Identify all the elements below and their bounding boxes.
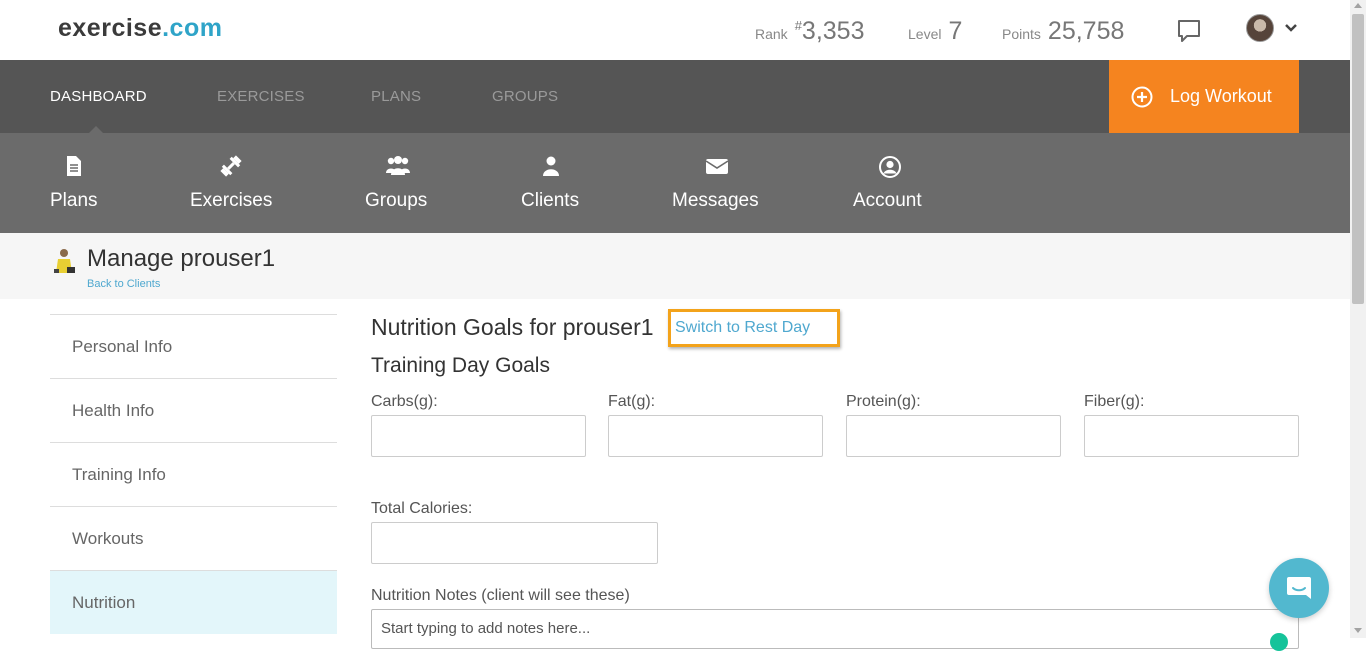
nutrition-notes-label: Nutrition Notes (client will see these) xyxy=(371,587,630,604)
subnav-groups-label: Groups xyxy=(365,190,428,211)
subnav-plans[interactable]: Plans xyxy=(50,133,98,233)
total-calories-label: Total Calories: xyxy=(371,500,473,517)
tab-dashboard[interactable]: DASHBOARD xyxy=(50,88,147,105)
back-to-clients-link[interactable]: Back to Clients xyxy=(87,278,160,290)
subnav-plans-label: Plans xyxy=(50,190,98,211)
tab-exercises[interactable]: EXERCISES xyxy=(217,88,305,105)
tab-groups[interactable]: GROUPS xyxy=(492,88,558,105)
client-sidebar: Personal Info Health Info Training Info … xyxy=(50,314,337,634)
document-icon xyxy=(62,155,86,177)
envelope-icon xyxy=(705,155,729,177)
chat-launcher-button[interactable] xyxy=(1269,558,1329,618)
level-stat: Level 7 xyxy=(908,17,962,46)
sidebar-item-personal-info[interactable]: Personal Info xyxy=(50,314,337,378)
subnav-clients-label: Clients xyxy=(521,190,580,211)
plus-circle-icon xyxy=(1131,86,1153,108)
rank-stat: Rank # 3,353 xyxy=(755,17,864,46)
site-logo[interactable]: exercise.com xyxy=(58,14,222,43)
scroll-down-arrow-icon[interactable] xyxy=(1354,628,1362,633)
sidebar-item-health-info[interactable]: Health Info xyxy=(50,378,337,442)
subnav-account[interactable]: Account xyxy=(853,133,927,233)
carbs-field: Carbs(g): xyxy=(371,393,586,457)
log-workout-button[interactable]: Log Workout xyxy=(1109,60,1299,133)
subnav-exercises[interactable]: Exercises xyxy=(190,133,274,233)
level-value: 7 xyxy=(948,17,963,45)
level-label: Level xyxy=(908,26,942,42)
fiber-field: Fiber(g): xyxy=(1084,393,1299,457)
protein-input[interactable] xyxy=(846,415,1061,457)
sidebar-item-training-info[interactable]: Training Info xyxy=(50,442,337,506)
chat-bubble-icon[interactable] xyxy=(1176,18,1202,44)
carbs-label: Carbs(g): xyxy=(371,393,438,410)
chat-icon xyxy=(1287,577,1311,599)
protein-label: Protein(g): xyxy=(846,393,921,410)
fiber-input[interactable] xyxy=(1084,415,1299,457)
rank-hash: # xyxy=(794,18,802,33)
carbs-input[interactable] xyxy=(371,415,586,457)
client-avatar xyxy=(52,247,78,275)
user-icon xyxy=(539,155,563,177)
active-tab-pointer xyxy=(89,126,103,133)
points-stat: Points 25,758 xyxy=(1002,17,1124,46)
subnav-clients[interactable]: Clients xyxy=(521,133,581,233)
training-day-goals-heading: Training Day Goals xyxy=(371,354,550,377)
users-icon xyxy=(385,155,410,177)
subnav-exercises-label: Exercises xyxy=(190,190,273,211)
fat-label: Fat(g): xyxy=(608,393,656,410)
subnav-account-label: Account xyxy=(853,190,922,211)
points-value: 25,758 xyxy=(1047,17,1125,45)
grammarly-icon[interactable] xyxy=(1270,633,1288,651)
fat-input[interactable] xyxy=(608,415,823,457)
sub-nav: Plans Exercises Groups Clients Messages … xyxy=(0,133,1350,233)
sidebar-item-workouts[interactable]: Workouts xyxy=(50,506,337,570)
rank-label: Rank xyxy=(755,26,788,42)
log-workout-label: Log Workout xyxy=(1170,86,1272,106)
page-title: Manage prouser1 xyxy=(87,245,276,272)
dumbbell-icon xyxy=(219,155,243,177)
nutrition-title: Nutrition Goals for prouser1 xyxy=(371,314,654,340)
scroll-up-arrow-icon[interactable] xyxy=(1354,3,1362,8)
page-header: Manage prouser1 Back to Clients xyxy=(0,233,1350,299)
rank-value: 3,353 xyxy=(801,17,865,45)
top-bar: exercise.com Rank # 3,353 Level 7 Points… xyxy=(0,0,1350,60)
logo-tld: .com xyxy=(162,14,223,42)
total-calories-input[interactable] xyxy=(371,522,658,564)
subnav-messages-label: Messages xyxy=(672,190,759,211)
user-avatar[interactable] xyxy=(1246,14,1274,42)
logo-main: exercise xyxy=(58,14,163,42)
nutrition-notes-editor[interactable]: Start typing to add notes here... xyxy=(371,609,1299,649)
chevron-down-icon[interactable] xyxy=(1283,20,1299,36)
fiber-label: Fiber(g): xyxy=(1084,393,1145,410)
protein-field: Protein(g): xyxy=(846,393,1061,457)
page-scrollbar[interactable] xyxy=(1350,0,1366,638)
fat-field: Fat(g): xyxy=(608,393,823,457)
points-label: Points xyxy=(1002,26,1041,42)
scrollbar-thumb[interactable] xyxy=(1352,14,1364,304)
subnav-messages[interactable]: Messages xyxy=(672,133,762,233)
switch-to-rest-day-link[interactable]: Switch to Rest Day xyxy=(668,309,840,347)
user-circle-icon xyxy=(878,155,902,178)
subnav-groups[interactable]: Groups xyxy=(365,133,431,233)
sidebar-item-nutrition[interactable]: Nutrition xyxy=(50,570,337,634)
tab-plans[interactable]: PLANS xyxy=(371,88,421,105)
